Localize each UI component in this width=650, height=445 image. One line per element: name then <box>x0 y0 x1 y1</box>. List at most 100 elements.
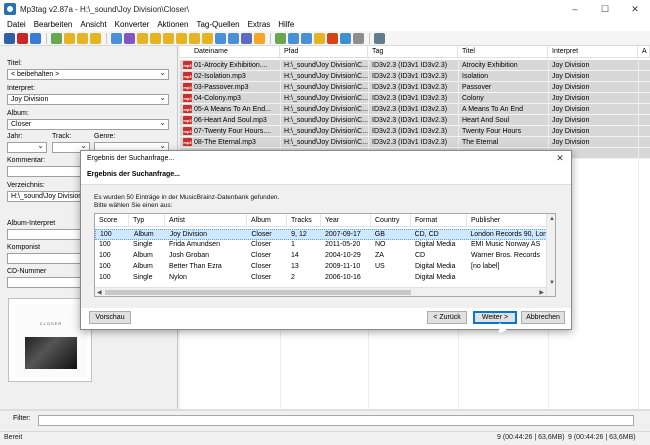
titel-field[interactable]: < beibehalten > <box>7 69 169 80</box>
result-row[interactable]: 100 Album Josh Groban Closer 14 2004-10-… <box>95 251 547 262</box>
result-row[interactable]: 100 Single Nylon Closer 2 2006-10-16 Dig… <box>95 273 547 284</box>
extended-tags-icon[interactable] <box>288 32 299 44</box>
maximize-button[interactable]: ☐ <box>590 0 620 18</box>
album-interpret-label: Album-Interpret <box>7 220 56 227</box>
file-row[interactable]: mp3 07-Twenty Four Hours.... H:\_sound\J… <box>180 126 650 137</box>
menu-extras[interactable]: Extras <box>244 20 275 29</box>
freedb-icon[interactable] <box>314 32 325 44</box>
result-album: Closer <box>251 241 272 248</box>
file-row[interactable]: mp3 04-Colony.mp3 H:\_sound\Joy Division… <box>180 93 650 104</box>
close-button[interactable]: ✕ <box>620 0 650 18</box>
column-artist[interactable]: Artist <box>165 214 247 226</box>
column-interpret[interactable]: Interpret <box>548 46 638 57</box>
column-score[interactable]: Score <box>95 214 129 226</box>
column-year[interactable]: Year <box>321 214 371 226</box>
results-horizontal-scrollbar[interactable]: ◀ ▶ <box>95 287 546 296</box>
menu-aktionen[interactable]: Aktionen <box>153 20 192 29</box>
album-field[interactable]: Closer <box>7 119 169 130</box>
scroll-down-icon[interactable]: ▼ <box>549 280 555 286</box>
export-icon[interactable] <box>202 32 213 44</box>
remove-tag-icon[interactable] <box>17 32 28 44</box>
file-row[interactable]: mp3 03-Passover.mp3 H:\_sound\Joy Divisi… <box>180 82 650 93</box>
minimize-button[interactable]: – <box>560 0 590 18</box>
settings-icon[interactable] <box>374 32 385 44</box>
cancel-button[interactable]: Abbrechen <box>521 311 565 324</box>
menu-hilfe[interactable]: Hilfe <box>274 20 298 29</box>
next-button[interactable]: Weiter > <box>473 311 517 324</box>
menu-bearbeiten[interactable]: Bearbeiten <box>30 20 77 29</box>
text-tag-icon[interactable] <box>163 32 174 44</box>
dialog-title: Ergebnis der Suchanfrage... <box>87 155 175 162</box>
filter-icon[interactable] <box>254 32 265 44</box>
column-a[interactable]: A <box>638 46 650 57</box>
result-row[interactable]: 100 Single Frida Amundsen Closer 1 2011-… <box>95 240 547 251</box>
web-source-icon[interactable] <box>353 32 364 44</box>
file-tag: ID3v2.3 (ID3v1 ID3v2.3) <box>372 95 448 102</box>
jahr-field[interactable] <box>7 142 47 153</box>
edit-icon[interactable] <box>275 32 286 44</box>
column-format[interactable]: Format <box>411 214 467 226</box>
musicbrainz-icon[interactable] <box>327 32 338 44</box>
file-row[interactable]: mp3 06-Heart And Soul.mp3 H:\_sound\Joy … <box>180 115 650 126</box>
add-folder-icon[interactable] <box>77 32 88 44</box>
scroll-thumb[interactable] <box>105 290 411 295</box>
scroll-left-icon[interactable]: ◀ <box>97 289 102 296</box>
file-row[interactable]: mp3 05-A Means To An End... H:\_sound\Jo… <box>180 104 650 115</box>
toolbar-separator <box>106 32 107 44</box>
preview-button[interactable]: Vorschau <box>89 311 131 324</box>
result-artist: Nylon <box>169 274 187 281</box>
case-conversion-icon[interactable] <box>241 32 252 44</box>
result-country: ZA <box>375 252 384 259</box>
file-row[interactable]: mp3 08-The Eternal.mp3 H:\_sound\Joy Div… <box>180 137 650 148</box>
interpret-field[interactable]: Joy Division <box>7 94 169 105</box>
filter-input[interactable] <box>38 415 634 426</box>
menu-konverter[interactable]: Konverter <box>111 20 154 29</box>
menu-ansicht[interactable]: Ansicht <box>76 20 110 29</box>
result-row[interactable]: 100 Album Joy Division Closer 9, 12 2007… <box>95 229 547 240</box>
tag-file-icon[interactable] <box>137 32 148 44</box>
actions-icon[interactable] <box>228 32 239 44</box>
file-row[interactable]: mp3 02-Isolation.mp3 H:\_sound\Joy Divis… <box>180 71 650 82</box>
file-list-header: Dateiname Pfad Tag Titel Interpret A <box>180 46 650 58</box>
menu-datei[interactable]: Datei <box>3 20 30 29</box>
column-album[interactable]: Album <box>247 214 287 226</box>
back-button[interactable]: < Zurück <box>427 311 467 324</box>
column-pfad[interactable]: Pfad <box>280 46 368 57</box>
column-dateiname[interactable]: Dateiname <box>180 46 280 57</box>
column-typ[interactable]: Typ <box>129 214 165 226</box>
refresh-icon[interactable] <box>51 32 62 44</box>
results-vertical-scrollbar[interactable]: ▲ ▼ <box>546 214 555 296</box>
scroll-right-icon[interactable]: ▶ <box>539 289 544 296</box>
cover-icon[interactable] <box>301 32 312 44</box>
column-tracks[interactable]: Tracks <box>287 214 321 226</box>
menu-tag-quellen[interactable]: Tag-Quellen <box>192 20 243 29</box>
autonumber-icon[interactable] <box>215 32 226 44</box>
file-path: H:\_sound\Joy Division\C... <box>284 84 368 91</box>
file-row[interactable]: mp3 01-Atrocity Exhibition.... H:\_sound… <box>180 60 650 71</box>
discogs-icon[interactable] <box>340 32 351 44</box>
file-tag-icon[interactable] <box>150 32 161 44</box>
result-artist: Better Than Ezra <box>169 263 222 270</box>
cover-photo <box>25 337 77 369</box>
open-folder-icon[interactable] <box>64 32 75 44</box>
file-name: 03-Passover.mp3 <box>194 84 249 91</box>
save-icon[interactable] <box>4 32 15 44</box>
undo-icon[interactable] <box>30 32 41 44</box>
playlist-icon[interactable] <box>189 32 200 44</box>
column-tag[interactable]: Tag <box>368 46 458 57</box>
favorites-star-icon[interactable] <box>90 32 101 44</box>
file-title: The Eternal <box>462 139 499 146</box>
rename-icon[interactable] <box>124 32 135 44</box>
file-artist: Joy Division <box>552 95 590 102</box>
column-titel[interactable]: Titel <box>458 46 548 57</box>
file-path: H:\_sound\Joy Division\C... <box>284 73 368 80</box>
dialog-close-icon[interactable]: ✕ <box>553 152 567 165</box>
scroll-up-icon[interactable]: ▲ <box>549 216 555 222</box>
result-type: Album <box>133 263 153 270</box>
filter-label: Filter: <box>13 415 31 422</box>
column-country[interactable]: Country <box>371 214 411 226</box>
select-all-icon[interactable] <box>111 32 122 44</box>
column-publisher[interactable]: Publisher <box>467 214 549 226</box>
tag-tag-icon[interactable] <box>176 32 187 44</box>
result-row[interactable]: 100 Album Better Than Ezra Closer 13 200… <box>95 262 547 273</box>
